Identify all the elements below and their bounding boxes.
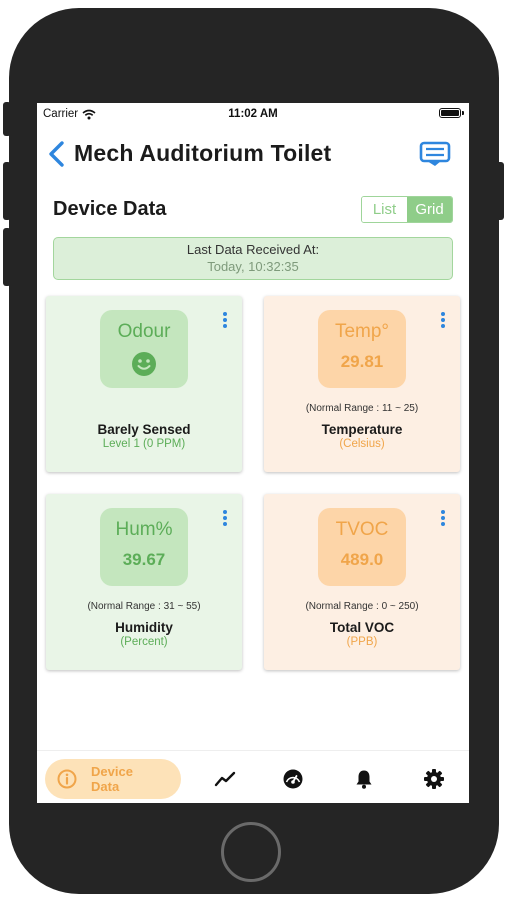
last-data-time: Today, 10:32:35 [207,259,299,274]
odour-tile: Odour [100,310,188,388]
card-label: Humidity [115,620,173,635]
trend-chart-icon[interactable] [214,768,236,790]
last-data-label: Last Data Received At: [186,242,320,257]
card-value: 39.67 [122,550,166,569]
status-time: 11:02 AM [228,108,278,120]
normal-range: (Normal Range : 31 ~ 55) [87,601,201,612]
tab-device-data[interactable]: Device Data [45,759,181,799]
card-name: Odour [117,321,171,342]
humidity-card[interactable]: Hum% 39.67 (Normal Range : 31 ~ 55) Humi… [46,494,242,670]
card-unit: (Celsius) [339,438,385,450]
bell-icon[interactable] [353,768,375,790]
card-label: Temperature [321,422,403,437]
last-data-banner: Last Data Received At: Today, 10:32:35 [53,237,453,280]
page-title: Mech Auditorium Toilet [74,140,332,166]
list-view-button[interactable]: List [362,197,407,222]
card-unit: (Percent) [120,636,168,648]
battery-icon [439,108,461,118]
card-label: Total VOC [329,620,395,635]
more-options-icon[interactable] [440,311,446,329]
dashboard-gauge-icon[interactable] [282,768,304,790]
back-chevron-icon[interactable] [45,139,69,169]
odour-card[interactable]: Odour Barely Sensed Level 1 (0 PPM) [46,296,242,472]
battery-tip [462,111,464,115]
humidity-tile: Hum% 39.67 [100,508,188,586]
app-screen: Carrier 11:02 AM Mech Auditorium Toilet … [37,103,469,803]
card-unit: Level 1 (0 PPM) [102,438,186,450]
card-name: Hum% [115,519,173,540]
more-options-icon[interactable] [222,311,228,329]
section-title: Device Data [53,198,167,220]
view-toggle: List Grid [361,196,453,223]
more-options-icon[interactable] [222,509,228,527]
normal-range: (Normal Range : 0 ~ 250) [305,601,419,612]
grid-view-button[interactable]: Grid [407,197,452,222]
tab-bar: Device Data [37,750,469,803]
card-value: 489.0 [340,550,384,569]
card-label: Barely Sensed [97,422,191,437]
temperature-tile: Temp° 29.81 [318,310,406,388]
smiley-icon [132,352,156,376]
home-button[interactable] [221,822,281,882]
status-bar: Carrier 11:02 AM [37,103,469,125]
card-value: 29.81 [340,352,384,371]
card-unit: (PPB) [346,636,378,648]
card-name: Temp° [334,321,390,342]
card-name: TVOC [335,519,389,540]
more-options-icon[interactable] [440,509,446,527]
tvoc-card[interactable]: TVOC 489.0 (Normal Range : 0 ~ 250) Tota… [264,494,460,670]
gear-icon[interactable] [423,768,445,790]
tvoc-tile: TVOC 489.0 [318,508,406,586]
message-list-icon[interactable] [419,141,451,167]
normal-range: (Normal Range : 11 ~ 25) [305,403,419,414]
tab-device-data-label: Device Data [91,764,133,794]
info-icon [57,769,77,789]
temperature-card[interactable]: Temp° 29.81 (Normal Range : 11 ~ 25) Tem… [264,296,460,472]
navigation-bar: Mech Auditorium Toilet [37,131,469,177]
